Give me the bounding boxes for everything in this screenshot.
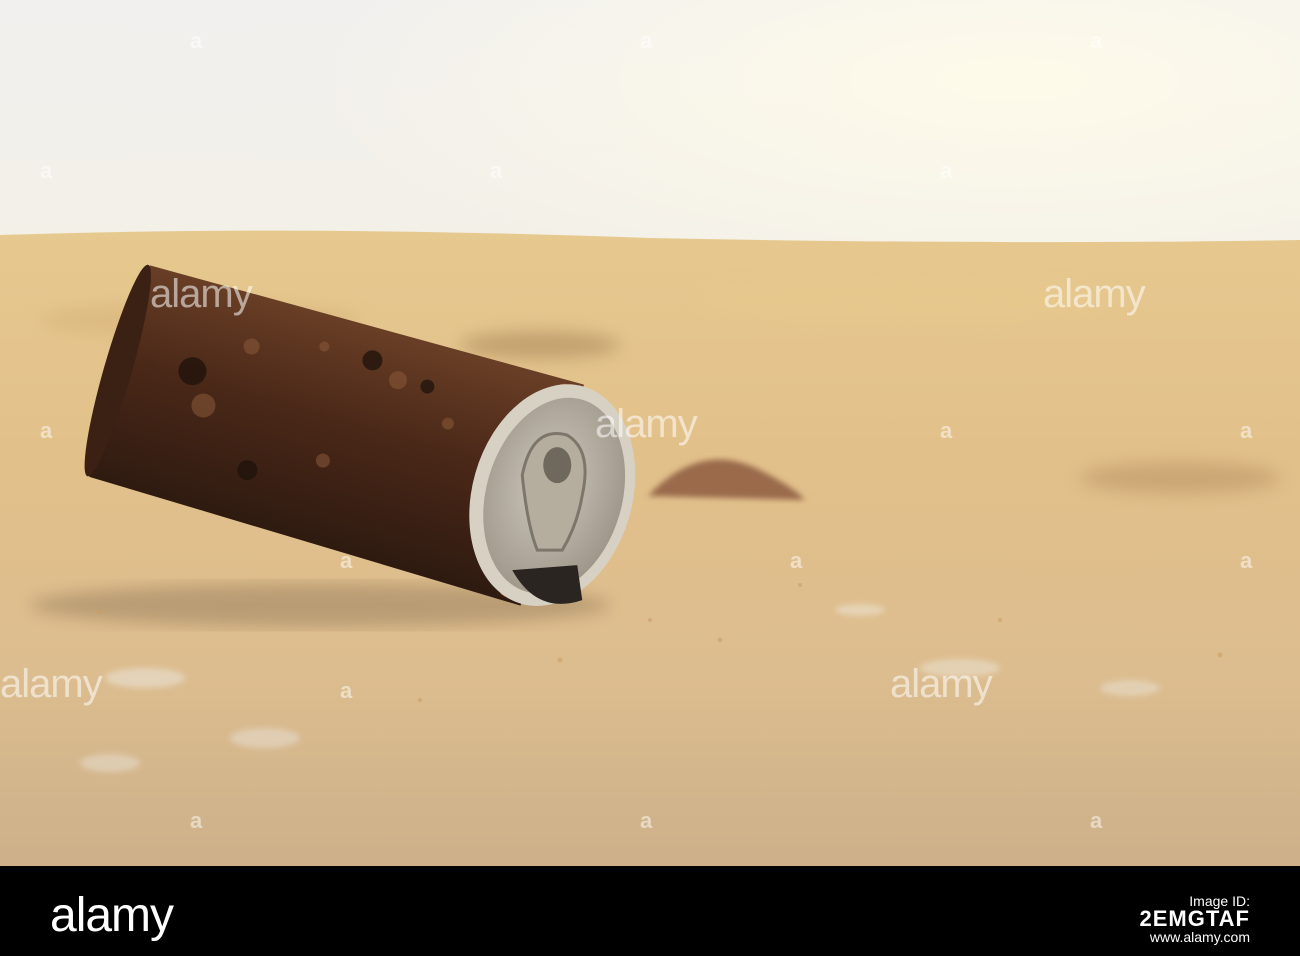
footer-logo: alamy: [50, 889, 174, 942]
watermark-mark: a: [1240, 418, 1253, 443]
stage: alamy alamy alamy alamy alamy a a a a a …: [0, 0, 1300, 956]
watermark-mark: a: [490, 158, 503, 183]
watermark-mark: a: [1240, 548, 1253, 573]
beach-can-photo: alamy alamy alamy alamy alamy a a a a a …: [0, 0, 1300, 866]
footer-image-id: Image ID: 2EMGTAF www.alamy.com: [1140, 892, 1250, 946]
watermark-mark: a: [790, 548, 803, 573]
watermark-mark: a: [40, 158, 53, 183]
watermark-mark: a: [940, 418, 953, 443]
watermark-mark: a: [340, 548, 353, 573]
watermark-text: alamy: [1043, 272, 1146, 316]
watermark-mark: a: [1090, 808, 1103, 833]
watermark-mark: a: [940, 158, 953, 183]
image-id-value: 2EMGTAF: [1139, 906, 1250, 931]
watermark-mark: a: [640, 808, 653, 833]
watermark-text: alamy: [0, 662, 103, 706]
watermark-mark: a: [40, 418, 53, 443]
watermark-text: alamy: [595, 402, 698, 446]
watermark-text: alamy: [890, 662, 993, 706]
watermark-mark: a: [1090, 28, 1103, 53]
watermark-mark: a: [190, 28, 203, 53]
watermark-mark: a: [190, 808, 203, 833]
footer-bar: alamy Image ID: 2EMGTAF www.alamy.com: [0, 866, 1300, 956]
watermark-mark: a: [640, 28, 653, 53]
watermark-text: alamy: [150, 272, 253, 316]
watermark-mark: a: [340, 678, 353, 703]
footer-url: www.alamy.com: [1149, 929, 1250, 945]
